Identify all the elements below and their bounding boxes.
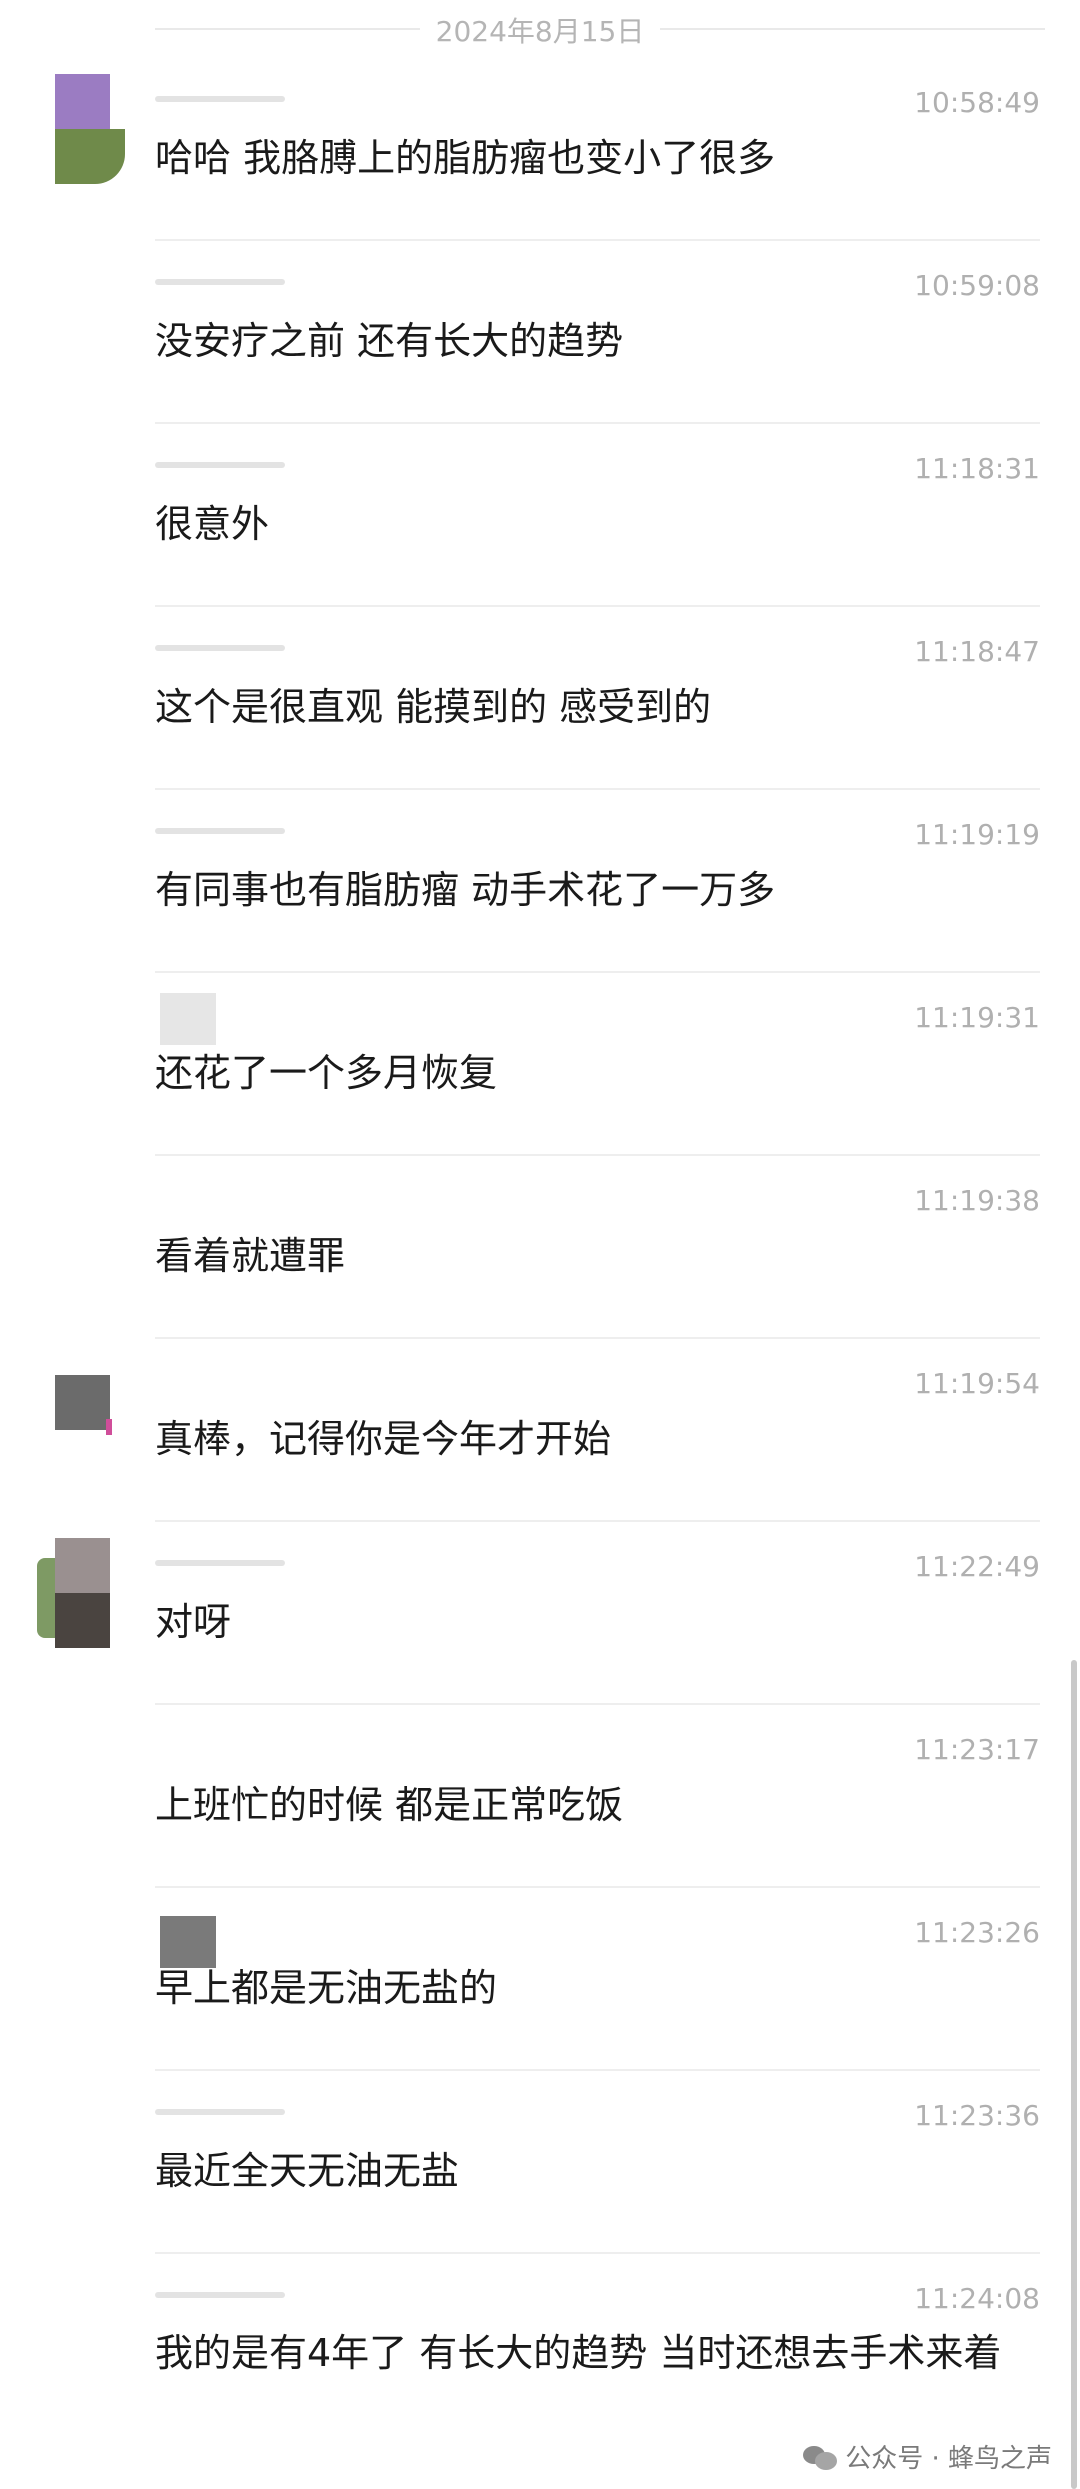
watermark-text: 公众号 · 蜂鸟之声 xyxy=(845,2444,1052,2474)
message-text[interactable]: 上班忙的时候 都是正常吃饭 xyxy=(155,1775,1025,1835)
message-text[interactable]: 很意外 xyxy=(155,494,1025,554)
message-text[interactable]: 我的是有4年了 有长大的趋势 当时还想去手术来着 xyxy=(155,2324,1025,2382)
message-item: 11:22:49 对呀 xyxy=(0,1522,1080,1705)
message-item: 10:58:49 哈哈 我胳膊上的脂肪瘤也变小了很多 xyxy=(0,58,1080,241)
message-time: 10:58:49 xyxy=(914,86,1040,119)
message-item: 10:59:08 没安疗之前 还有长大的趋势 xyxy=(0,241,1080,424)
avatar[interactable] xyxy=(37,1538,110,1648)
sender-name xyxy=(155,2101,285,2121)
message-text[interactable]: 对呀 xyxy=(155,1592,1025,1652)
avatar-bottom xyxy=(55,129,125,184)
date-divider-line-right xyxy=(660,28,1045,30)
watermark: 公众号 · 蜂鸟之声 xyxy=(803,2438,1052,2475)
sender-name xyxy=(155,2284,285,2304)
message-text[interactable]: 看着就遭罪 xyxy=(155,1226,1025,1286)
message-text[interactable]: 真棒，记得你是今年才开始 xyxy=(155,1409,1025,1469)
message-item: 11:19:38 看着就遭罪 xyxy=(0,1156,1080,1339)
date-divider: 2024年8月15日 xyxy=(0,0,1080,58)
message-item: 11:23:26 早上都是无油无盐的 xyxy=(0,1888,1080,2071)
message-time: 11:19:19 xyxy=(914,818,1040,851)
scrollbar[interactable] xyxy=(1071,1660,1077,2489)
avatar[interactable] xyxy=(55,74,125,184)
message-time: 11:22:49 xyxy=(914,1550,1040,1583)
message-item: 11:23:36 最近全天无油无盐 xyxy=(0,2071,1080,2254)
message-time: 11:23:36 xyxy=(914,2099,1040,2132)
date-divider-line-left xyxy=(155,28,420,30)
date-divider-text: 2024年8月15日 xyxy=(435,15,645,48)
avatar-side xyxy=(37,1558,55,1638)
message-text[interactable]: 早上都是无油无盐的 xyxy=(155,1958,1025,2018)
message-time: 11:19:38 xyxy=(914,1184,1040,1217)
avatar-bottom xyxy=(55,1593,110,1648)
message-text[interactable]: 还花了一个多月恢复 xyxy=(155,1043,1025,1103)
sender-name xyxy=(155,88,285,108)
message-item: 11:18:47 这个是很直观 能摸到的 感受到的 xyxy=(0,607,1080,790)
sender-name xyxy=(155,271,285,291)
message-item: 11:18:31 很意外 xyxy=(0,424,1080,607)
message-time: 11:23:26 xyxy=(914,1916,1040,1949)
blurred-avatar xyxy=(160,993,216,1045)
wechat-icon xyxy=(803,2444,838,2470)
sender-name xyxy=(155,637,285,657)
message-time: 11:19:31 xyxy=(914,1001,1040,1034)
message-time: 11:23:17 xyxy=(914,1733,1040,1766)
message-item: 11:19:19 有同事也有脂肪瘤 动手术花了一万多 xyxy=(0,790,1080,973)
avatar-accent xyxy=(106,1419,112,1435)
avatar[interactable] xyxy=(55,1375,110,1430)
avatar-top xyxy=(55,1538,110,1593)
message-time: 11:18:47 xyxy=(914,635,1040,668)
message-text[interactable]: 最近全天无油无盐 xyxy=(155,2141,1025,2201)
message-time: 11:24:08 xyxy=(914,2282,1040,2315)
message-item: 11:19:54 真棒，记得你是今年才开始 xyxy=(0,1339,1080,1522)
message-time: 11:18:31 xyxy=(914,452,1040,485)
sender-name xyxy=(155,820,285,840)
avatar-top xyxy=(55,74,110,129)
message-text[interactable]: 有同事也有脂肪瘤 动手术花了一万多 xyxy=(155,860,1025,920)
message-time: 11:19:54 xyxy=(914,1367,1040,1400)
sender-name xyxy=(155,1552,285,1572)
message-text[interactable]: 哈哈 我胳膊上的脂肪瘤也变小了很多 xyxy=(155,128,1025,188)
sender-name xyxy=(155,454,285,474)
message-item: 11:23:17 上班忙的时候 都是正常吃饭 xyxy=(0,1705,1080,1888)
message-text[interactable]: 这个是很直观 能摸到的 感受到的 xyxy=(155,677,1025,737)
message-item: 11:19:31 还花了一个多月恢复 xyxy=(0,973,1080,1156)
message-time: 10:59:08 xyxy=(914,269,1040,302)
message-text[interactable]: 没安疗之前 还有长大的趋势 xyxy=(155,311,1025,371)
